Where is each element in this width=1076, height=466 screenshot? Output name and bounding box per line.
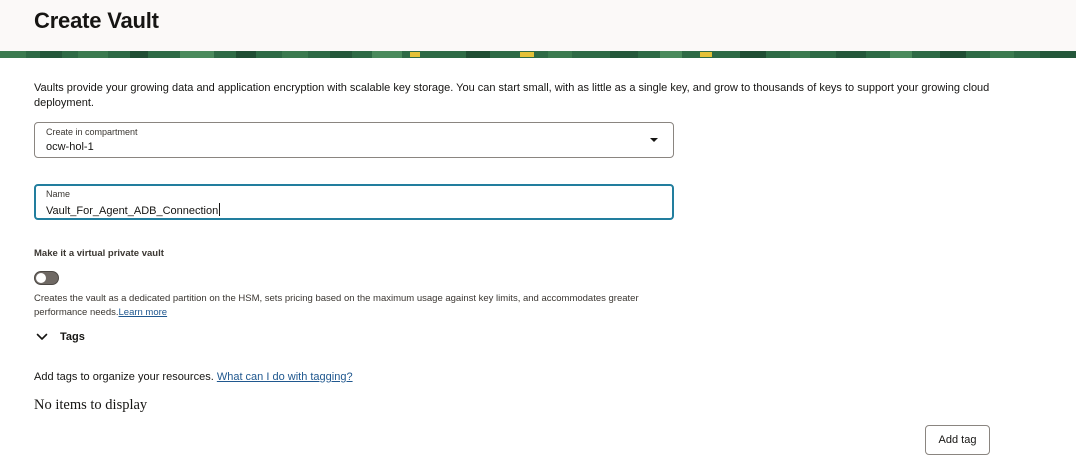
tags-empty-state: No items to display — [34, 397, 148, 413]
decorative-banner — [0, 51, 1076, 58]
chevron-down-icon[interactable] — [650, 138, 658, 142]
tagging-help-link[interactable]: What can I do with tagging? — [217, 371, 353, 383]
tags-description: Add tags to organize your resources. Wha… — [34, 371, 353, 383]
chevron-down-icon[interactable] — [34, 329, 50, 345]
page-title: Create Vault — [34, 8, 159, 33]
virtual-private-vault-toggle[interactable] — [34, 271, 59, 285]
learn-more-link[interactable]: Learn more — [119, 307, 168, 318]
tags-description-text: Add tags to organize your resources. — [34, 371, 214, 383]
intro-text: Vaults provide your growing data and app… — [34, 82, 990, 109]
add-tag-button[interactable]: Add tag — [925, 425, 990, 455]
name-value[interactable]: Vault_For_Agent_ADB_Connection — [46, 205, 218, 217]
name-label: Name — [46, 189, 71, 199]
text-cursor — [219, 203, 221, 216]
compartment-value: ocw-hol-1 — [46, 141, 94, 153]
compartment-label: Create in compartment — [46, 127, 138, 137]
name-value-wrapper[interactable]: Vault_For_Agent_ADB_Connection — [46, 203, 221, 217]
tags-section-toggle[interactable]: Tags — [34, 329, 85, 345]
name-input[interactable]: Name Vault_For_Agent_ADB_Connection — [34, 184, 674, 220]
virtual-private-vault-label: Make it a virtual private vault — [34, 248, 164, 259]
virtual-private-vault-help: Creates the vault as a dedicated partiti… — [34, 292, 684, 319]
tags-section-title: Tags — [60, 331, 85, 343]
compartment-select[interactable]: Create in compartment ocw-hol-1 — [34, 122, 674, 158]
toggle-knob — [36, 273, 46, 283]
page-header: Create Vault — [0, 0, 1076, 58]
